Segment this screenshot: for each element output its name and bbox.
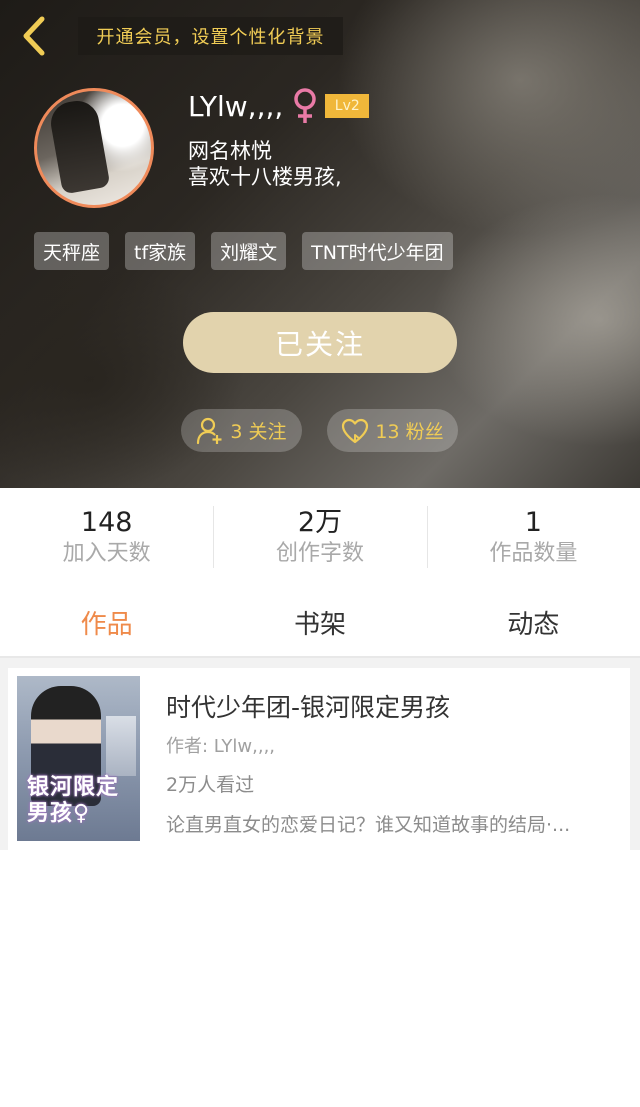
tag-item[interactable]: 天秤座 bbox=[34, 232, 110, 270]
stat-works-count: 1 作品数量 bbox=[426, 488, 640, 588]
fans-count: 13 粉丝 bbox=[375, 421, 444, 443]
profile-header: 开通会员，设置个性化背景 LYlw,,,, Lv2 网名林悦 喜欢十八楼男孩, … bbox=[0, 0, 640, 488]
avatar[interactable] bbox=[34, 88, 154, 208]
tab-bar: 作品 书架 动态 bbox=[0, 588, 640, 658]
bio: 网名林悦 喜欢十八楼男孩, bbox=[188, 138, 342, 190]
stat-label: 创作字数 bbox=[275, 541, 364, 566]
following-count: 3 关注 bbox=[230, 421, 287, 443]
tag-item[interactable]: 刘耀文 bbox=[211, 232, 287, 270]
back-button[interactable] bbox=[14, 14, 54, 58]
tab-bookshelf[interactable]: 书架 bbox=[213, 588, 426, 656]
follow-button[interactable]: 已关注 bbox=[183, 312, 457, 373]
book-cover: 银河限定 男孩♀ bbox=[17, 676, 140, 841]
username-row: LYlw,,,, Lv2 bbox=[188, 86, 370, 126]
stat-value: 2万 bbox=[297, 507, 343, 538]
book-description: 论直男直女的恋爱日记？谁又知道故事的结局·... bbox=[166, 814, 571, 836]
stat-label: 加入天数 bbox=[62, 541, 151, 566]
stat-label: 作品数量 bbox=[489, 541, 578, 566]
user-add-icon bbox=[197, 417, 222, 444]
stat-word-count: 2万 创作字数 bbox=[213, 488, 426, 588]
tag-item[interactable]: TNT时代少年团 bbox=[302, 232, 453, 270]
stat-join-days: 148 加入天数 bbox=[0, 488, 213, 588]
tag-list: 天秤座 tf家族 刘耀文 TNT时代少年团 bbox=[34, 232, 453, 270]
cover-title-line: 男孩♀ bbox=[27, 800, 91, 826]
book-title: 时代少年团-银河限定男孩 bbox=[166, 693, 451, 722]
cover-title: 银河限定 男孩♀ bbox=[27, 774, 137, 826]
username: LYlw,,,, bbox=[188, 89, 284, 123]
cover-background bbox=[106, 716, 136, 776]
fans-button[interactable]: 13 粉丝 bbox=[327, 409, 458, 452]
stats-row: 148 加入天数 2万 创作字数 1 作品数量 bbox=[0, 488, 640, 588]
tag-item[interactable]: tf家族 bbox=[125, 232, 196, 270]
female-icon bbox=[294, 88, 317, 123]
vip-background-banner[interactable]: 开通会员，设置个性化背景 bbox=[78, 17, 343, 55]
bio-line: 喜欢十八楼男孩, bbox=[188, 165, 342, 189]
chevron-left-icon bbox=[23, 16, 45, 56]
cover-title-line: 银河限定 bbox=[27, 774, 120, 800]
list-item[interactable]: 银河限定 男孩♀ 时代少年团-银河限定男孩 作者: LYlw,,,, 2万人看过… bbox=[8, 668, 630, 850]
book-views: 2万人看过 bbox=[166, 774, 255, 796]
heart-icon bbox=[342, 418, 369, 443]
following-button[interactable]: 3 关注 bbox=[181, 409, 302, 452]
tab-activity[interactable]: 动态 bbox=[427, 588, 640, 656]
level-badge: Lv2 bbox=[325, 94, 370, 118]
book-author: 作者: LYlw,,,, bbox=[166, 736, 276, 757]
avatar-photo bbox=[47, 97, 111, 195]
bio-line: 网名林悦 bbox=[188, 139, 272, 163]
tab-works[interactable]: 作品 bbox=[0, 588, 213, 656]
stat-value: 1 bbox=[524, 507, 542, 538]
stat-value: 148 bbox=[80, 507, 133, 538]
works-list: 银河限定 男孩♀ 时代少年团-银河限定男孩 作者: LYlw,,,, 2万人看过… bbox=[0, 658, 640, 850]
